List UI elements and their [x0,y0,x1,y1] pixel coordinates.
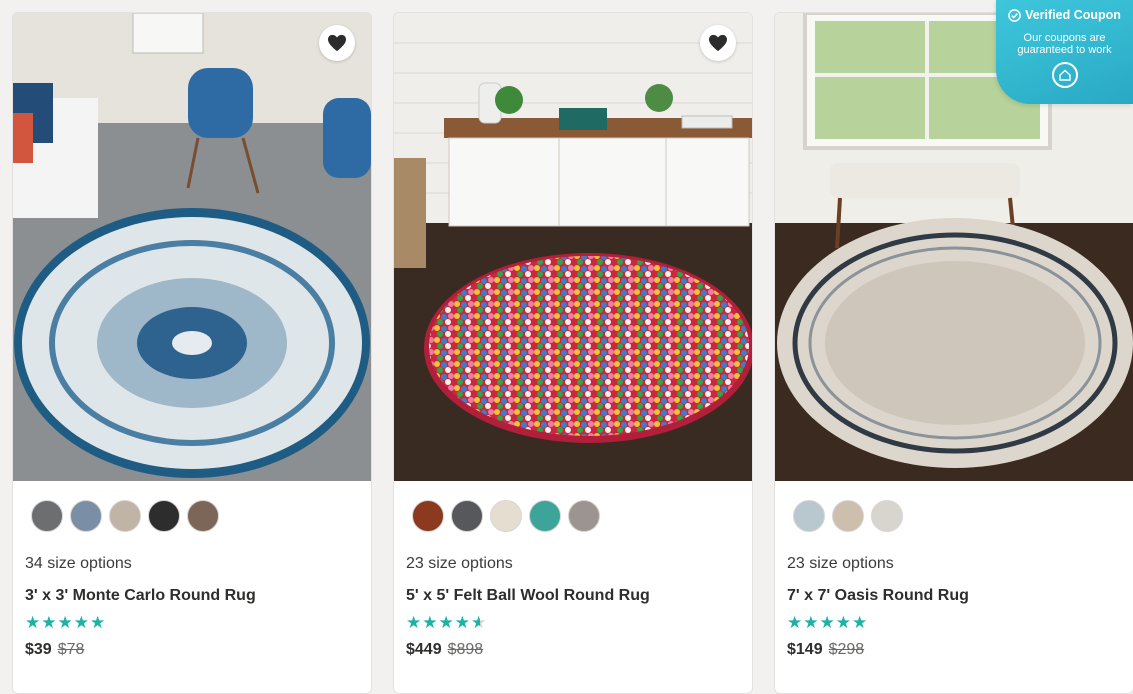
size-options: 23 size options [787,555,894,572]
color-swatch[interactable] [109,500,141,532]
product-image[interactable] [394,13,752,481]
product-title[interactable]: 3' x 3' Monte Carlo Round Rug [25,587,256,605]
color-swatch[interactable] [568,500,600,532]
coupon-description: Our coupons are guaranteed to work [1017,32,1112,56]
sale-price: $149 [787,641,823,658]
original-price: $298 [828,641,865,658]
star-icon: ★ [471,613,487,632]
product-card[interactable]: 23 size options 7' x 7' Oasis Round Rug … [774,12,1133,694]
star-icon: ★ [803,613,819,632]
product-title[interactable]: 5' x 5' Felt Ball Wool Round Rug [406,587,650,605]
size-options: 34 size options [25,555,132,572]
color-swatch[interactable] [31,500,63,532]
star-icon: ★ [787,613,803,632]
star-icon: ★ [41,613,57,632]
color-swatches [793,500,903,532]
rating-stars: ★ ★ ★ ★ ★ [406,614,486,632]
star-icon: ★ [422,613,438,632]
color-swatch[interactable] [187,500,219,532]
price-block: $39 $78 [25,641,84,659]
price-block: $149 $298 [787,641,864,659]
product-image[interactable] [13,13,371,481]
original-price: $78 [57,641,85,658]
favorite-button[interactable] [700,25,736,61]
check-circle-icon [1008,8,1021,22]
star-icon: ★ [406,613,422,632]
star-icon: ★ [90,613,106,632]
product-card[interactable]: 34 size options 3' x 3' Monte Carlo Roun… [12,12,372,694]
color-swatch[interactable] [148,500,180,532]
star-icon: ★ [835,613,851,632]
rating-stars: ★ ★ ★ ★ ★ [787,614,867,632]
star-icon: ★ [852,613,868,632]
star-icon: ★ [819,613,835,632]
coupon-title: Verified Coupon [1025,8,1121,22]
color-swatch[interactable] [793,500,825,532]
product-grid: 34 size options 3' x 3' Monte Carlo Roun… [0,0,1133,694]
color-swatch[interactable] [451,500,483,532]
coupon-header: Verified Coupon [996,8,1133,22]
color-swatch[interactable] [871,500,903,532]
star-icon: ★ [454,613,470,632]
heart-icon [709,34,727,52]
rating-stars: ★ ★ ★ ★ ★ [25,614,105,632]
color-swatch[interactable] [70,500,102,532]
star-icon: ★ [57,613,73,632]
color-swatch[interactable] [412,500,444,532]
sale-price: $449 [406,641,442,658]
star-icon: ★ [25,613,41,632]
coupon-badge-icon [1058,69,1071,81]
product-card[interactable]: 23 size options 5' x 5' Felt Ball Wool R… [393,12,753,694]
color-swatch[interactable] [490,500,522,532]
coupon-badge-button[interactable] [1051,62,1078,88]
star-icon: ★ [73,613,89,632]
product-title[interactable]: 7' x 7' Oasis Round Rug [787,587,969,605]
color-swatch[interactable] [529,500,561,532]
price-block: $449 $898 [406,641,483,659]
star-icon: ★ [438,613,454,632]
original-price: $898 [447,641,484,658]
color-swatches [31,500,219,532]
color-swatch[interactable] [832,500,864,532]
favorite-button[interactable] [319,25,355,61]
size-options: 23 size options [406,555,513,572]
heart-icon [328,34,346,52]
verified-coupon-badge[interactable]: Verified Coupon Our coupons are guarante… [996,0,1133,104]
sale-price: $39 [25,641,52,658]
color-swatches [412,500,600,532]
